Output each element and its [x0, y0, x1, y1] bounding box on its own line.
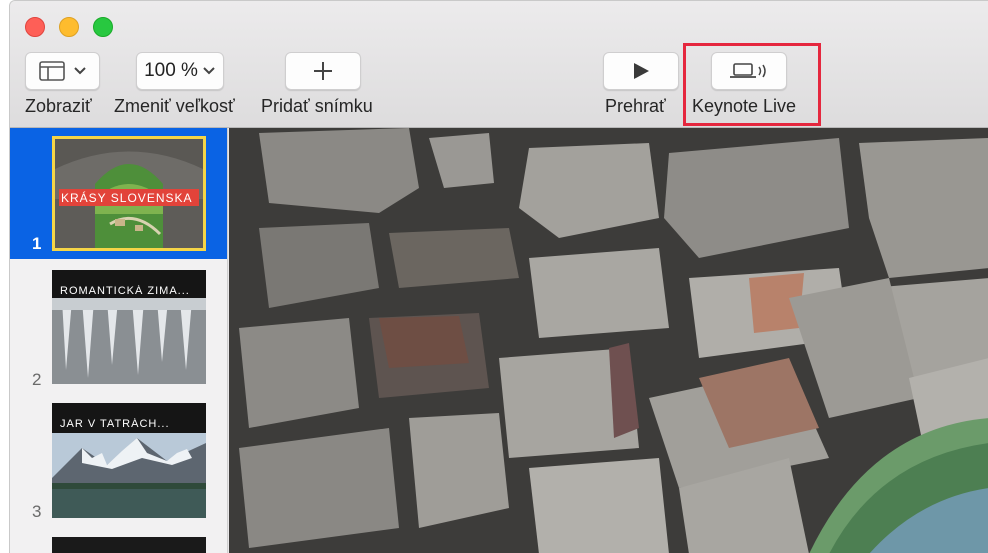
zoom-label: Zmeniť veľkosť — [114, 96, 235, 116]
slide-title: KRÁSY SLOVENSKA — [61, 191, 193, 205]
play-button[interactable] — [603, 52, 679, 90]
chevron-down-icon — [203, 67, 215, 75]
play-label: Prehrať — [605, 96, 666, 116]
slide-number: 2 — [32, 370, 42, 389]
zoom-dropdown[interactable]: 100 % — [136, 52, 224, 90]
minimize-window-button[interactable] — [59, 17, 79, 37]
keynote-window: Zobraziť 100 % Zmeniť veľkosť Pridať sní… — [9, 0, 988, 553]
slide-thumbnail-3[interactable]: JAR V TATRÁCH... — [52, 403, 206, 518]
sidebar-layout-icon — [38, 61, 65, 81]
slide-title: JAR V TATRÁCH... — [60, 418, 170, 430]
chevron-down-icon — [73, 67, 86, 75]
close-window-button[interactable] — [25, 17, 45, 37]
slide-navigator: 1 KRÁSY SLOVENSKA 2 ROMANTICKÁ ZIMA... 3… — [10, 128, 228, 553]
slide-thumbnail-1[interactable]: KRÁSY SLOVENSKA — [52, 136, 206, 251]
toolbar: Zobraziť 100 % Zmeniť veľkosť Pridať sní… — [10, 1, 988, 128]
maximize-window-button[interactable] — [93, 17, 113, 37]
view-button[interactable] — [25, 52, 100, 90]
add-slide-button[interactable] — [285, 52, 361, 90]
slide-number: 1 — [32, 234, 42, 253]
slide-thumbnail-4[interactable] — [52, 537, 206, 553]
annotation-highlight-box — [683, 43, 821, 126]
zoom-value: 100 % — [144, 60, 198, 81]
slide-thumbnail-2[interactable]: ROMANTICKÁ ZIMA... — [52, 270, 206, 384]
play-icon — [634, 63, 649, 79]
plus-icon — [314, 62, 332, 80]
slide-number: 3 — [32, 502, 42, 521]
slide-canvas[interactable] — [229, 128, 988, 553]
view-label: Zobraziť — [25, 96, 92, 116]
slide-1-stone-arch-image — [229, 128, 988, 553]
slide-title: ROMANTICKÁ ZIMA... — [60, 285, 190, 297]
add-slide-label: Pridať snímku — [261, 96, 373, 116]
